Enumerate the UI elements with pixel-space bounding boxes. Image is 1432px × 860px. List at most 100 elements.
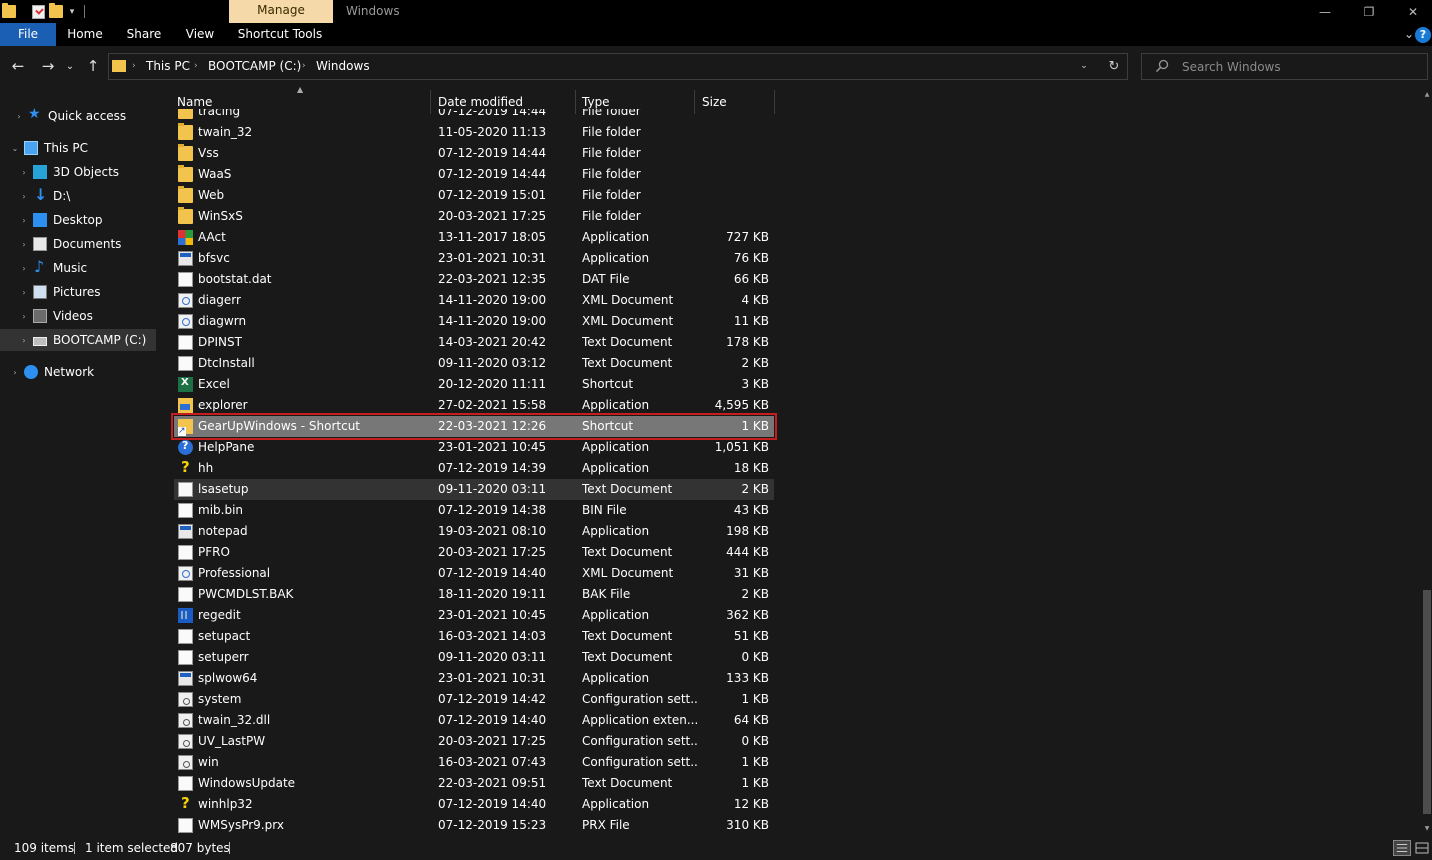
- forward-button[interactable]: →: [37, 55, 59, 77]
- file-row[interactable]: setupact 16-03-2021 14:03 Text Document 51 …: [174, 626, 774, 647]
- nav-label: Pictures: [53, 285, 101, 299]
- nav-pictures[interactable]: › Pictures: [0, 281, 156, 303]
- help-icon[interactable]: ?: [1415, 27, 1431, 43]
- file-row[interactable]: DtcInstall 09-11-2020 03:12 Text Document 2…: [174, 353, 774, 374]
- nav-network[interactable]: › Network: [0, 361, 156, 383]
- file-row[interactable]: WinSxS 20-03-2021 17:25 File folder: [174, 206, 774, 227]
- nav-videos[interactable]: › Videos: [0, 305, 156, 327]
- nav-3d-objects[interactable]: › 3D Objects: [0, 161, 156, 183]
- address-dropdown-icon[interactable]: ⌄: [1076, 53, 1092, 80]
- back-button[interactable]: ←: [7, 55, 29, 77]
- minimize-button[interactable]: —: [1302, 0, 1348, 23]
- tab-share[interactable]: Share: [114, 23, 174, 46]
- expander-icon[interactable]: ›: [19, 264, 29, 273]
- nav-this-pc[interactable]: ⌄ This PC: [0, 137, 156, 159]
- recent-locations-button[interactable]: ⌄: [62, 55, 78, 77]
- expander-icon[interactable]: ›: [10, 368, 20, 377]
- file-row[interactable]: diagwrn 14-11-2020 19:00 XML Document 11 KB: [174, 311, 774, 332]
- file-row[interactable]: GearUpWindows - Shortcut 22-03-2021 12:26…: [174, 416, 774, 437]
- file-row[interactable]: hh 07-12-2019 14:39 Application 18 KB: [174, 458, 774, 479]
- file-row[interactable]: regedit 23-01-2021 10:45 Application 362 KB: [174, 605, 774, 626]
- up-button[interactable]: ↑: [82, 55, 104, 77]
- win-icon: [178, 230, 193, 245]
- customize-toolbar-icon[interactable]: ▾: [67, 7, 77, 17]
- file-row[interactable]: mib.bin 07-12-2019 14:38 BIN File 43 KB: [174, 500, 774, 521]
- file-row[interactable]: UV_LastPW 20-03-2021 17:25 Configuration s…: [174, 731, 774, 752]
- new-folder-icon[interactable]: [49, 3, 63, 18]
- tab-view[interactable]: View: [174, 23, 226, 46]
- scroll-down-icon[interactable]: ▼: [1422, 824, 1432, 834]
- chevron-down-icon[interactable]: ⌄: [10, 144, 20, 153]
- breadcrumb-windows[interactable]: Windows: [316, 53, 370, 80]
- expander-icon[interactable]: ›: [19, 240, 29, 249]
- file-name: diagerr: [198, 293, 241, 307]
- app-icon: [178, 524, 193, 539]
- expander-icon[interactable]: ›: [19, 288, 29, 297]
- file-row[interactable]: PFRO 20-03-2021 17:25 Text Document 444 KB: [174, 542, 774, 563]
- expander-icon[interactable]: ›: [14, 112, 24, 121]
- file-row[interactable]: setuperr 09-11-2020 03:11 Text Document 0 K…: [174, 647, 774, 668]
- file-date: 16-03-2021 14:03: [438, 629, 547, 643]
- expander-icon[interactable]: ›: [19, 168, 29, 177]
- manage-contextual-tab[interactable]: Manage: [229, 0, 333, 23]
- file-row[interactable]: DPINST 14-03-2021 20:42 Text Document 178 K…: [174, 332, 774, 353]
- expand-ribbon-icon[interactable]: ⌄: [1404, 23, 1414, 46]
- nav-quick-access[interactable]: › Quick access: [0, 105, 156, 127]
- close-button[interactable]: ✕: [1390, 0, 1432, 23]
- file-type: Text Document: [582, 335, 673, 349]
- file-row[interactable]: winhlp32 07-12-2019 14:40 Application 12 KB: [174, 794, 774, 815]
- file-row[interactable]: Professional 07-12-2019 14:40 XML Document…: [174, 563, 774, 584]
- file-size: 310 KB: [726, 818, 769, 832]
- file-row[interactable]: explorer 27-02-2021 15:58 Application 4,595…: [174, 395, 774, 416]
- file-row[interactable]: twain_32.dll 07-12-2019 14:40 Application …: [174, 710, 774, 731]
- search-input[interactable]: [1180, 55, 1420, 78]
- details-view-icon[interactable]: [1393, 840, 1411, 856]
- file-row[interactable]: lsasetup 09-11-2020 03:11 Text Document 2 K…: [174, 479, 774, 500]
- large-icons-view-icon[interactable]: [1414, 840, 1430, 856]
- file-row[interactable]: bootstat.dat 22-03-2021 12:35 DAT File 66 K…: [174, 269, 774, 290]
- tab-shortcut-tools[interactable]: Shortcut Tools: [226, 23, 334, 46]
- file-row[interactable]: system 07-12-2019 14:42 Configuration sett…: [174, 689, 774, 710]
- scroll-up-icon[interactable]: ▲: [1422, 90, 1432, 100]
- file-row[interactable]: WindowsUpdate 22-03-2021 09:51 Text Docume…: [174, 773, 774, 794]
- breadcrumb-bootcamp[interactable]: BOOTCAMP (C:): [208, 53, 301, 80]
- file-row[interactable]: Web 07-12-2019 15:01 File folder: [174, 185, 774, 206]
- nav-desktop[interactable]: › Desktop: [0, 209, 156, 231]
- breadcrumb-separator[interactable]: ›: [132, 53, 136, 80]
- scroll-thumb[interactable]: [1423, 590, 1431, 814]
- column-divider[interactable]: [774, 90, 775, 114]
- nav-bootcamp-drive[interactable]: › BOOTCAMP (C:): [0, 329, 156, 351]
- file-row[interactable]: diagerr 14-11-2020 19:00 XML Document 4 KB: [174, 290, 774, 311]
- file-row[interactable]: WMSysPr9.prx 07-12-2019 15:23 PRX File 310 …: [174, 815, 774, 836]
- file-row[interactable]: bfsvc 23-01-2021 10:31 Application 76 KB: [174, 248, 774, 269]
- tab-file[interactable]: File: [0, 23, 56, 46]
- properties-icon[interactable]: [32, 4, 45, 19]
- expander-icon[interactable]: ›: [19, 192, 29, 201]
- breadcrumb-separator[interactable]: ›: [194, 53, 198, 80]
- file-row[interactable]: PWCMDLST.BAK 18-11-2020 19:11 BAK File 2 KB: [174, 584, 774, 605]
- expander-icon[interactable]: ›: [19, 216, 29, 225]
- file-row[interactable]: HelpPane 23-01-2021 10:45 Application 1,051…: [174, 437, 774, 458]
- file-row[interactable]: Excel 20-12-2020 11:11 Shortcut 3 KB: [174, 374, 774, 395]
- folder-icon: [178, 165, 193, 182]
- expander-icon[interactable]: ›: [19, 312, 29, 321]
- refresh-icon[interactable]: ↻: [1104, 53, 1124, 80]
- expander-icon[interactable]: ›: [19, 336, 29, 345]
- file-row[interactable]: AAct 13-11-2017 18:05 Application 727 KB: [174, 227, 774, 248]
- breadcrumb-this-pc[interactable]: This PC: [146, 53, 190, 80]
- file-row[interactable]: twain_32 11-05-2020 11:13 File folder: [174, 122, 774, 143]
- file-row[interactable]: win 16-03-2021 07:43 Configuration sett...…: [174, 752, 774, 773]
- tab-home[interactable]: Home: [56, 23, 114, 46]
- file-row[interactable]: WaaS 07-12-2019 14:44 File folder: [174, 164, 774, 185]
- file-name: notepad: [198, 524, 248, 538]
- file-name: DPINST: [198, 335, 242, 349]
- breadcrumb-separator[interactable]: ›: [302, 53, 306, 80]
- file-row[interactable]: Vss 07-12-2019 14:44 File folder: [174, 143, 774, 164]
- file-row[interactable]: splwow64 23-01-2021 10:31 Application 133 K…: [174, 668, 774, 689]
- file-row[interactable]: tracing 07-12-2019 14:44 File folder: [174, 109, 774, 122]
- file-row[interactable]: notepad 19-03-2021 08:10 Application 198 KB: [174, 521, 774, 542]
- maximize-button[interactable]: ❐: [1346, 0, 1392, 23]
- nav-music[interactable]: › Music: [0, 257, 156, 279]
- nav-d-drive[interactable]: › D:\: [0, 185, 156, 207]
- nav-documents[interactable]: › Documents: [0, 233, 156, 255]
